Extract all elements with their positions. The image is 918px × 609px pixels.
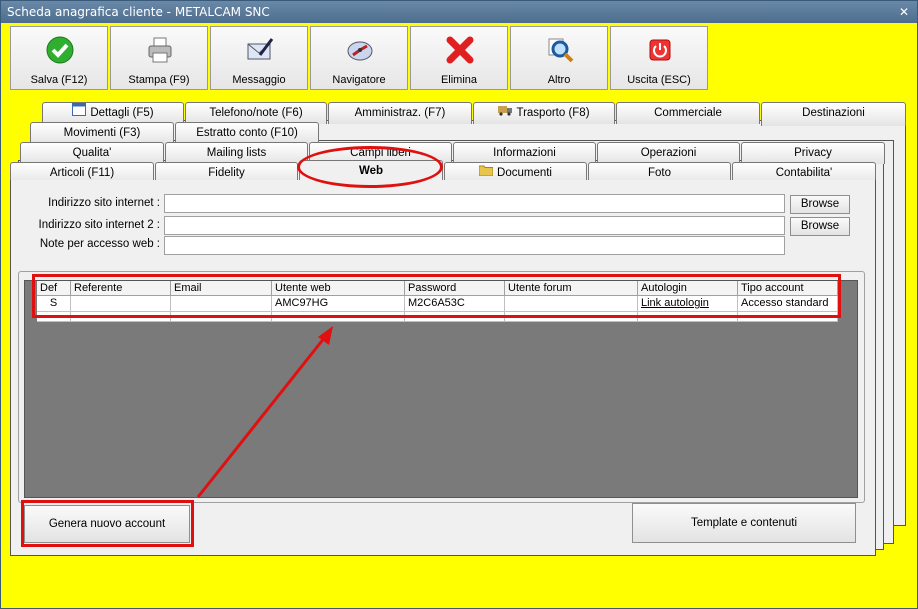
annotation-arrow: [196, 326, 333, 498]
